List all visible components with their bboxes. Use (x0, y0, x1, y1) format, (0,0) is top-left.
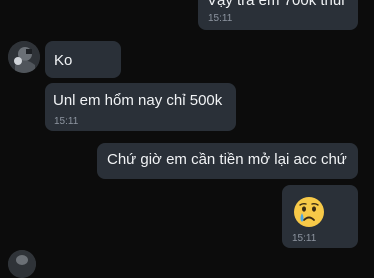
avatar-image (8, 250, 36, 278)
message-time: 15:11 (292, 233, 317, 244)
message-bubble-incoming[interactable]: Ko (45, 41, 121, 78)
message-text: Ko (54, 52, 73, 69)
chat-screen: { "conversation": { "messages": [ {"send… (0, 0, 374, 278)
message-bubble-outgoing[interactable]: Chứ giờ em cần tiền mở lại acc chứ (97, 143, 358, 179)
message-text: Unl em hổm nay chỉ 500k (53, 92, 223, 109)
contact-avatar[interactable] (8, 250, 36, 278)
message-text: Vậy trả em 700k thui (207, 0, 345, 9)
message-time: 15:11 (208, 13, 233, 24)
crying-face-icon (294, 197, 324, 227)
message-text: Chứ giờ em cần tiền mở lại acc chứ (107, 151, 347, 168)
message-bubble-outgoing[interactable]: Vậy trả em 700k thui 15:11 (198, 0, 358, 30)
message-time: 15:11 (54, 116, 79, 127)
contact-avatar[interactable] (8, 41, 40, 73)
message-bubble-incoming[interactable]: Unl em hổm nay chỉ 500k 15:11 (45, 83, 236, 131)
avatar-image (8, 41, 40, 73)
